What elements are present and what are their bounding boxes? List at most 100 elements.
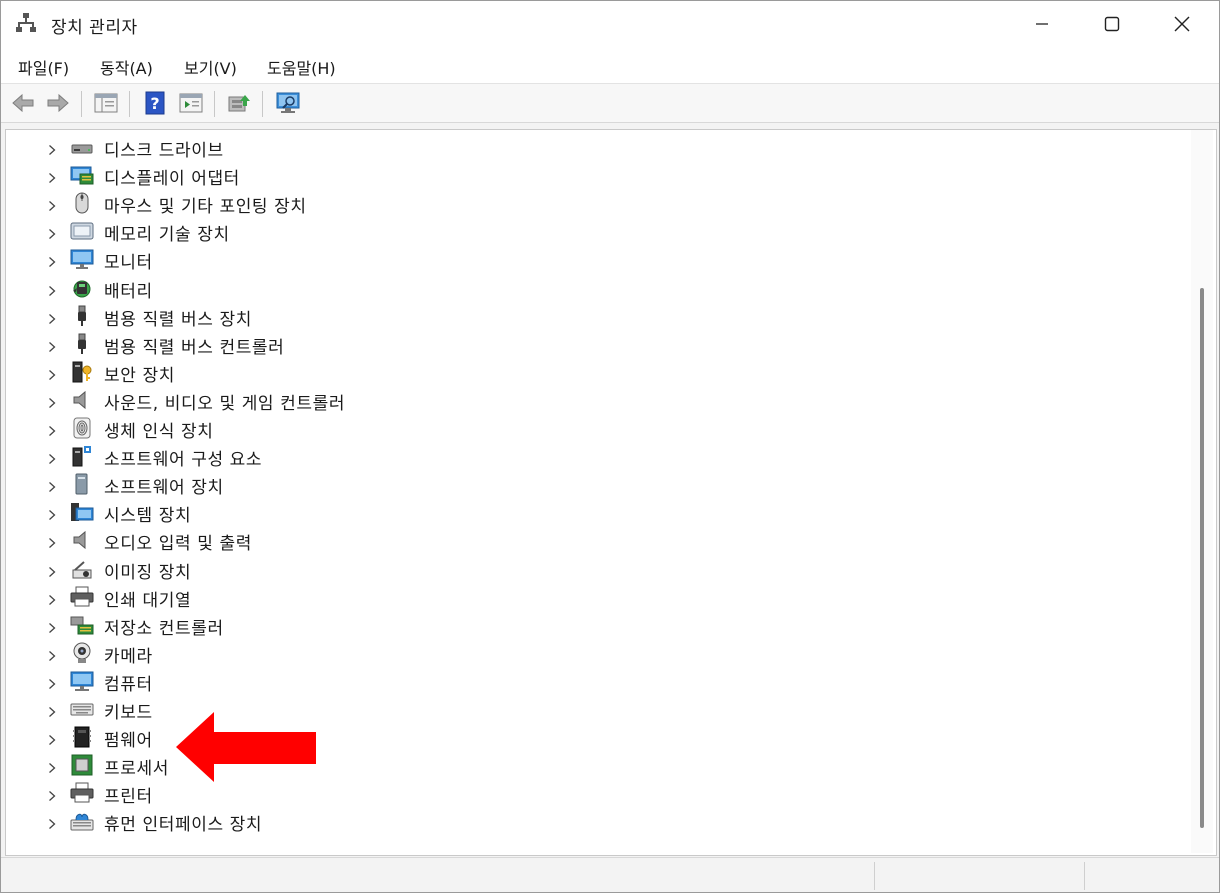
tree-node-system-device[interactable]: 시스템 장치 xyxy=(6,498,1186,526)
chevron-right-icon[interactable] xyxy=(46,787,58,802)
tree-node-storage-controller[interactable]: 저장소 컨트롤러 xyxy=(6,611,1186,639)
imaging-device-icon xyxy=(70,558,94,580)
chevron-right-icon[interactable] xyxy=(46,253,58,268)
forward-arrow-icon xyxy=(47,93,69,113)
menu-file[interactable]: 파일(F) xyxy=(18,55,69,79)
chevron-right-icon[interactable] xyxy=(46,815,58,830)
properties-window-icon xyxy=(179,93,203,113)
tree-node-speaker[interactable]: 오디오 입력 및 출력 xyxy=(6,526,1186,554)
menu-view[interactable]: 보기(V) xyxy=(184,55,237,79)
tree-node-mouse[interactable]: 마우스 및 기타 포인팅 장치 xyxy=(6,189,1186,217)
chevron-right-icon[interactable] xyxy=(46,366,58,380)
tree-node-label: 시스템 장치 xyxy=(104,506,192,527)
back-button[interactable] xyxy=(10,90,36,116)
tree-node-camera[interactable]: 카메라 xyxy=(6,639,1186,667)
properties-button[interactable] xyxy=(178,90,204,116)
tree-node-disk-drive[interactable]: 디스크 드라이브 xyxy=(6,133,1186,161)
device-manager-app-icon xyxy=(15,12,37,34)
computer-icon xyxy=(70,670,94,692)
tree-node-printer[interactable]: 인쇄 대기열 xyxy=(6,583,1186,611)
chevron-right-icon[interactable] xyxy=(46,563,58,577)
tree-node-label: 컴퓨터 xyxy=(104,674,153,695)
tree-node-label: 생체 인식 장치 xyxy=(104,422,214,442)
firmware-icon xyxy=(70,726,94,748)
battery-icon xyxy=(70,277,94,299)
system-device-icon xyxy=(70,501,94,523)
chevron-right-icon[interactable] xyxy=(46,675,58,689)
forward-button[interactable] xyxy=(45,90,71,116)
menu-bar: 파일(F) 동작(A) 보기(V) 도움말(H) xyxy=(1,47,1219,84)
chevron-right-icon[interactable] xyxy=(46,506,58,521)
monitor-icon xyxy=(70,248,94,270)
tree-node-label: 인쇄 대기열 xyxy=(104,590,192,611)
chevron-right-icon[interactable] xyxy=(46,619,58,633)
chevron-right-icon[interactable] xyxy=(46,478,58,493)
scrollbar-thumb[interactable] xyxy=(1200,288,1204,828)
console-tree-icon xyxy=(94,93,118,113)
tree-node-usb[interactable]: 범용 직렬 버스 컨트롤러 xyxy=(6,330,1186,358)
close-button[interactable] xyxy=(1147,1,1217,47)
tree-node-label: 메모리 기술 장치 xyxy=(104,225,230,246)
tree-node-speaker[interactable]: 사운드, 비디오 및 게임 컨트롤러 xyxy=(6,386,1186,414)
tree-node-label: 마우스 및 기타 포인팅 장치 xyxy=(104,197,307,218)
show-hide-console-tree-button[interactable] xyxy=(93,90,119,116)
tree-node-security-device[interactable]: 보안 장치 xyxy=(6,358,1186,386)
chevron-right-icon[interactable] xyxy=(46,450,58,465)
disk-drive-icon xyxy=(70,136,94,158)
scan-hardware-icon xyxy=(276,92,300,113)
chevron-right-icon[interactable] xyxy=(46,731,58,746)
chevron-right-icon[interactable] xyxy=(46,647,58,661)
tree-node-label: 범용 직렬 버스 장치 xyxy=(104,309,252,330)
chevron-right-icon[interactable] xyxy=(46,197,58,212)
memory-device-icon xyxy=(70,220,94,242)
chevron-right-icon[interactable] xyxy=(46,591,58,605)
chevron-right-icon[interactable] xyxy=(46,394,58,408)
chevron-right-icon[interactable] xyxy=(46,141,58,155)
chevron-right-icon[interactable] xyxy=(46,759,58,774)
chevron-right-icon[interactable] xyxy=(46,282,58,296)
chevron-right-icon[interactable] xyxy=(46,422,58,436)
keyboard-icon xyxy=(70,698,94,720)
scan-hardware-changes-button[interactable] xyxy=(275,90,301,116)
chevron-right-icon[interactable] xyxy=(46,703,58,717)
chevron-right-icon[interactable] xyxy=(46,310,58,324)
chevron-right-icon[interactable] xyxy=(46,225,58,240)
menu-action[interactable]: 동작(A) xyxy=(100,55,153,79)
tree-node-memory-device[interactable]: 메모리 기술 장치 xyxy=(6,217,1186,245)
help-button[interactable]: ? xyxy=(142,90,168,116)
chevron-right-icon[interactable] xyxy=(46,169,58,184)
tree-node-label: 사운드, 비디오 및 게임 컨트롤러 xyxy=(104,393,346,414)
tree-node-label: 모니터 xyxy=(104,253,153,274)
title-bar: 장치 관리자 xyxy=(1,1,1219,47)
tree-node-label: 범용 직렬 버스 컨트롤러 xyxy=(104,337,285,358)
maximize-icon xyxy=(1104,16,1120,32)
chevron-right-icon[interactable] xyxy=(46,338,58,352)
tree-node-usb[interactable]: 범용 직렬 버스 장치 xyxy=(6,302,1186,330)
tree-node-label: 카메라 xyxy=(104,646,153,667)
tree-node-computer[interactable]: 컴퓨터 xyxy=(6,667,1186,695)
usb-icon xyxy=(70,333,94,355)
tree-node-display-adapter[interactable]: 디스플레이 어댑터 xyxy=(6,161,1186,189)
tree-node-software-component[interactable]: 소프트웨어 구성 요소 xyxy=(6,442,1186,470)
status-divider xyxy=(874,862,875,890)
display-adapter-icon xyxy=(70,164,94,186)
menu-help[interactable]: 도움말(H) xyxy=(267,55,336,79)
toolbar-separator xyxy=(214,91,215,117)
update-driver-button[interactable] xyxy=(226,90,252,116)
tree-node-monitor[interactable]: 모니터 xyxy=(6,245,1186,273)
tree-node-printer[interactable]: 프린터 xyxy=(6,779,1186,807)
vertical-scrollbar[interactable] xyxy=(1191,130,1213,853)
tree-node-software-device[interactable]: 소프트웨어 장치 xyxy=(6,470,1186,498)
update-driver-icon xyxy=(228,95,250,112)
tree-node-label: 프린터 xyxy=(104,787,153,808)
chevron-right-icon[interactable] xyxy=(46,534,58,549)
tree-node-label: 디스플레이 어댑터 xyxy=(104,169,240,190)
maximize-button[interactable] xyxy=(1077,1,1147,47)
minimize-button[interactable] xyxy=(1007,1,1077,47)
tree-node-fingerprint[interactable]: 생체 인식 장치 xyxy=(6,414,1186,442)
tree-node-hid[interactable]: 휴먼 인터페이스 장치 xyxy=(6,807,1186,835)
tree-node-imaging-device[interactable]: 이미징 장치 xyxy=(6,555,1186,583)
tree-node-battery[interactable]: 배터리 xyxy=(6,274,1186,302)
tree-node-label: 디스크 드라이브 xyxy=(104,141,224,161)
speaker-icon xyxy=(70,529,94,551)
